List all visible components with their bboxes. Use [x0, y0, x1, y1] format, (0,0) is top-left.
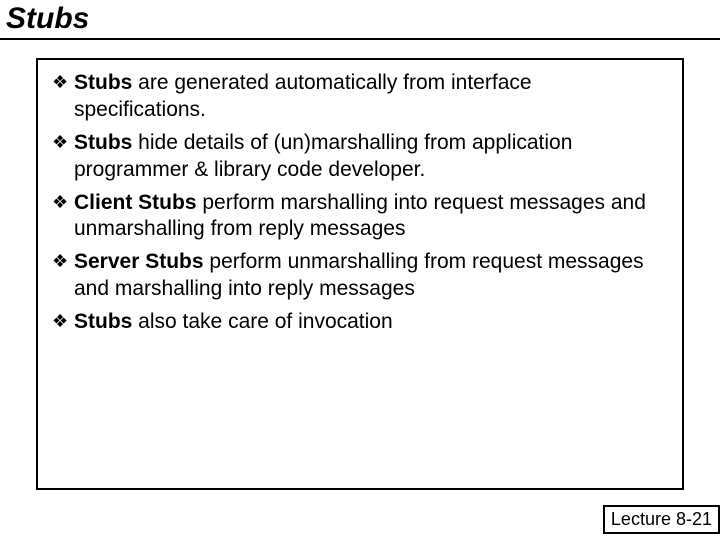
list-item: ❖ Stubs hide details of (un)marshalling … [52, 130, 668, 184]
title-bar: Stubs [0, 0, 720, 40]
list-item: ❖ Server Stubs perform unmarshalling fro… [52, 249, 668, 303]
page-title: Stubs [6, 2, 714, 36]
diamond-bullet-icon: ❖ [52, 190, 74, 215]
diamond-bullet-icon: ❖ [52, 130, 74, 155]
list-item-text: Client Stubs perform marshalling into re… [74, 190, 668, 244]
list-item: ❖ Stubs also take care of invocation [52, 309, 668, 336]
diamond-bullet-icon: ❖ [52, 309, 74, 334]
list-item-text: Stubs also take care of invocation [74, 309, 668, 336]
list-item: ❖ Client Stubs perform marshalling into … [52, 190, 668, 244]
list-item-text: Stubs hide details of (un)marshalling fr… [74, 130, 668, 184]
list-item-text: Stubs are generated automatically from i… [74, 70, 668, 124]
diamond-bullet-icon: ❖ [52, 249, 74, 274]
content-box: ❖ Stubs are generated automatically from… [36, 58, 684, 490]
list-item-text: Server Stubs perform unmarshalling from … [74, 249, 668, 303]
diamond-bullet-icon: ❖ [52, 70, 74, 95]
footer-label: Lecture 8-21 [603, 505, 720, 534]
list-item: ❖ Stubs are generated automatically from… [52, 70, 668, 124]
